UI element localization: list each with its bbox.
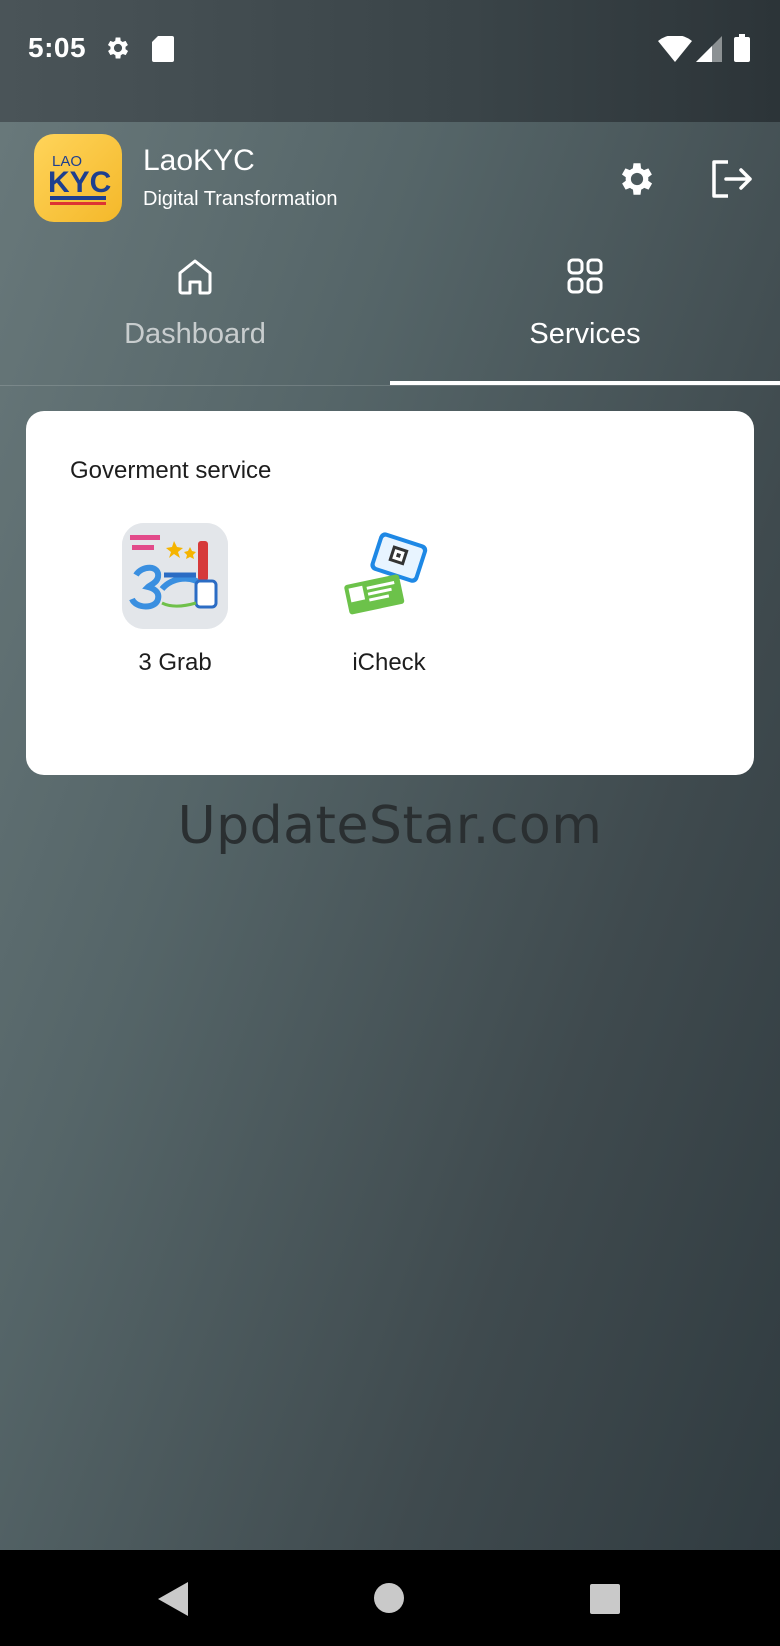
gear-icon — [107, 37, 129, 59]
service-icheck-label: iCheck — [352, 649, 426, 676]
service-icheck[interactable]: iCheck — [314, 523, 464, 677]
service-3-grab[interactable]: 3 Grab — [100, 523, 250, 677]
app-subtitle: Digital Transformation — [143, 188, 338, 210]
tab-bar: Dashboard Services — [0, 250, 780, 386]
app-logo: LAO KYC — [34, 134, 122, 222]
home-circle-icon[interactable] — [374, 1583, 404, 1613]
app-title: LaoKYC — [143, 144, 255, 177]
recents-icon[interactable] — [590, 1584, 620, 1614]
wifi-icon — [658, 36, 692, 62]
tab-dashboard[interactable]: Dashboard — [0, 250, 390, 386]
laokyc-logo-icon: LAO KYC — [48, 153, 111, 205]
status-time: 5:05 — [28, 32, 87, 63]
tab-divider — [0, 385, 780, 386]
app-header: LAO KYC LaoKYC Digital Transformation — [0, 122, 780, 242]
home-icon — [178, 259, 212, 295]
tab-dashboard-label: Dashboard — [124, 318, 266, 350]
section-title: Goverment service — [70, 457, 272, 484]
battery-icon — [734, 34, 750, 62]
government-services-card: Goverment service 3 Grab iCheck — [26, 411, 754, 775]
three-grab-app-icon — [122, 523, 228, 629]
tab-services[interactable]: Services — [390, 250, 780, 386]
settings-gear-icon[interactable] — [616, 158, 658, 200]
signal-icon — [696, 36, 722, 62]
icheck-app-icon — [336, 523, 442, 629]
grid-icon — [567, 258, 603, 294]
svg-text:KYC: KYC — [48, 166, 111, 199]
tab-services-label: Services — [529, 318, 641, 350]
sd-card-icon — [152, 36, 174, 62]
status-bar: 5:05 — [0, 0, 780, 122]
service-3-grab-label: 3 Grab — [138, 649, 212, 676]
watermark: UpdateStar.com — [177, 796, 603, 856]
back-icon[interactable] — [158, 1582, 188, 1616]
system-nav-bar — [0, 1550, 780, 1646]
logout-icon[interactable] — [710, 158, 754, 200]
